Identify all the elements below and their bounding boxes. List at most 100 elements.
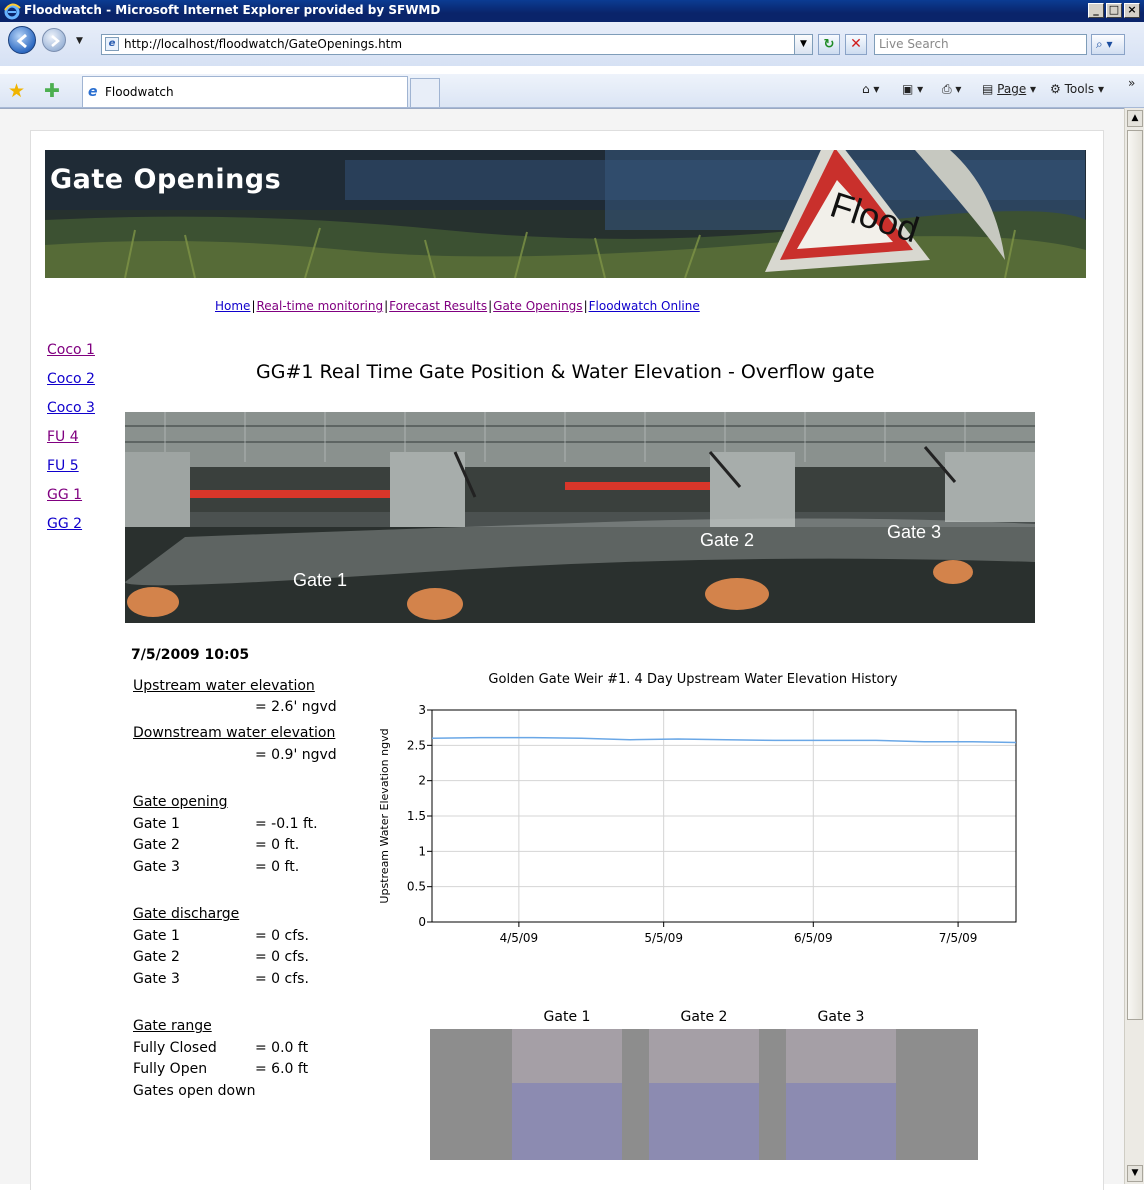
sidebar-item-fu4[interactable]: FU 4 xyxy=(47,429,95,448)
nav-separator: | xyxy=(251,299,256,313)
y-axis-label: Upstream Water Elevation ngvd xyxy=(378,728,391,903)
gate-slot-3 xyxy=(786,1029,896,1160)
address-dropdown[interactable]: ▼ xyxy=(794,35,812,54)
nav-online-link[interactable]: Floodwatch Online xyxy=(589,299,700,313)
maximize-button[interactable]: □ xyxy=(1106,3,1122,18)
top-navigation: Home|Real-time monitoring|Forecast Resul… xyxy=(215,299,700,313)
back-button[interactable] xyxy=(8,26,36,54)
water-1 xyxy=(512,1083,622,1160)
sidebar-item-gg1[interactable]: GG 1 xyxy=(47,487,95,506)
title-bar: Floodwatch - Microsoft Internet Explorer… xyxy=(0,0,1144,22)
nav-home-link[interactable]: Home xyxy=(215,299,250,313)
chart-title: Golden Gate Weir #1. 4 Day Upstream Wate… xyxy=(488,672,898,687)
nav-separator: | xyxy=(583,299,588,313)
feeds-icon[interactable]: ▣ ▾ xyxy=(902,82,923,96)
address-field[interactable]: e http://localhost/floodwatch/GateOpenin… xyxy=(101,34,813,55)
discharge-gate3-label: Gate 3 xyxy=(133,971,180,987)
y-tick-label: 3 xyxy=(418,703,426,717)
window-title: Floodwatch - Microsoft Internet Explorer… xyxy=(24,3,441,17)
opening-gate3-label: Gate 3 xyxy=(133,859,180,875)
sidebar-item-coco1[interactable]: Coco 1 xyxy=(47,342,95,361)
sidebar-item-coco3[interactable]: Coco 3 xyxy=(47,400,95,419)
close-button[interactable]: × xyxy=(1124,3,1140,18)
y-tick-label: 0.5 xyxy=(407,880,426,894)
gate-leaf-3 xyxy=(786,1029,896,1083)
x-tick-label: 5/5/09 xyxy=(644,931,683,945)
stop-button[interactable]: ✕ xyxy=(845,34,867,55)
page-title: Gate Openings xyxy=(50,164,282,195)
nav-separator: | xyxy=(384,299,389,313)
print-icon[interactable]: ⎙ ▾ xyxy=(942,82,961,97)
y-tick-label: 1 xyxy=(418,844,426,858)
discharge-gate3-value: = 0 cfs. xyxy=(255,971,309,987)
nav-forecast-link[interactable]: Forecast Results xyxy=(389,299,487,313)
gate-discharge-label: Gate discharge xyxy=(133,906,240,922)
gate-range-label: Gate range xyxy=(133,1018,212,1034)
nav-separator: | xyxy=(488,299,493,313)
gate-leaf-1 xyxy=(512,1029,622,1083)
diagram-label-gate3: Gate 3 xyxy=(817,1009,865,1025)
forward-button[interactable] xyxy=(42,28,66,52)
weir-photo-image: Gate 1 Gate 2 Gate 3 xyxy=(125,412,1035,623)
address-toolbar: ▼ e http://localhost/floodwatch/GateOpen… xyxy=(0,22,1144,66)
elevation-series-line xyxy=(431,736,1017,744)
water-2 xyxy=(649,1083,759,1160)
photo-label-gate2: Gate 2 xyxy=(700,530,754,550)
discharge-gate1-value: = 0 cfs. xyxy=(255,928,309,944)
tab-floodwatch[interactable]: e Floodwatch xyxy=(82,76,408,107)
new-tab-button[interactable] xyxy=(410,78,440,107)
home-icon[interactable]: ⌂ ▾ xyxy=(862,82,879,96)
weir-photo: Gate 1 Gate 2 Gate 3 xyxy=(125,412,1035,623)
tools-menu[interactable]: ⚙ Tools ▾ xyxy=(1050,82,1104,96)
x-tick-label: 4/5/09 xyxy=(500,931,539,945)
range-closed-label: Fully Closed xyxy=(133,1040,217,1056)
refresh-button[interactable]: ↻ xyxy=(818,34,840,55)
gate-position-diagram: Gate 1 Gate 2 Gate 3 xyxy=(430,1009,978,1160)
sidebar-item-gg2[interactable]: GG 2 xyxy=(47,516,95,535)
favorites-star-icon[interactable]: ★ xyxy=(8,80,25,102)
sidebar-item-fu5[interactable]: FU 5 xyxy=(47,458,95,477)
add-favorite-icon[interactable]: ✚ xyxy=(44,80,60,102)
sidebar-item-coco2[interactable]: Coco 2 xyxy=(47,371,95,390)
page-menu[interactable]: ▤ Page ▾ xyxy=(982,82,1036,96)
tools-menu-label: Tools xyxy=(1064,82,1095,96)
scroll-down-button[interactable]: ▼ xyxy=(1127,1165,1143,1182)
favorites-bar: ★ ✚ e Floodwatch ⌂ ▾ ▣ ▾ ⎙ ▾ ▤ Page ▾ ⚙ … xyxy=(0,74,1144,108)
y-tick-label: 2 xyxy=(418,774,426,788)
water-3 xyxy=(786,1083,896,1160)
elevation-chart: 0 0.5 1 1.5 2 2.5 3 4/5/09 5/5/09 6/5/09 7/5/09 Ups… xyxy=(378,703,1017,945)
upstream-label: Upstream water elevation xyxy=(133,678,315,694)
downstream-label: Downstream water elevation xyxy=(133,725,336,741)
gate-slot-2 xyxy=(649,1029,759,1160)
gate-leaf-2 xyxy=(649,1029,759,1083)
minimize-button[interactable]: _ xyxy=(1088,3,1104,18)
search-input[interactable]: Live Search xyxy=(874,34,1087,55)
scroll-thumb[interactable] xyxy=(1127,130,1143,1020)
nav-realtime-link[interactable]: Real-time monitoring xyxy=(256,299,383,313)
opening-gate3-value: = 0 ft. xyxy=(255,859,300,875)
gate-slot-1 xyxy=(512,1029,622,1160)
vertical-scrollbar[interactable]: ▲ ▼ xyxy=(1124,108,1144,1184)
nav-gate-openings-link[interactable]: Gate Openings xyxy=(493,299,582,313)
discharge-gate1-label: Gate 1 xyxy=(133,928,180,944)
x-tick-label: 7/5/09 xyxy=(939,931,978,945)
y-tick-label: 1.5 xyxy=(407,809,426,823)
section-heading: GG#1 Real Time Gate Position & Water Ele… xyxy=(256,361,875,383)
page-icon: e xyxy=(105,37,119,51)
banner: Flood Gate Openings xyxy=(45,150,1086,278)
y-tick-label: 0 xyxy=(418,915,426,929)
ie-logo-icon xyxy=(4,3,21,20)
scroll-up-button[interactable]: ▲ xyxy=(1127,110,1143,127)
back-arrow-icon xyxy=(16,33,27,49)
recent-pages-dropdown[interactable]: ▼ xyxy=(76,36,83,46)
opening-gate2-value: = 0 ft. xyxy=(255,837,300,853)
upstream-value: = 2.6' ngvd xyxy=(255,699,337,715)
photo-label-gate3: Gate 3 xyxy=(887,522,941,542)
gate-opening-label: Gate opening xyxy=(133,794,228,810)
discharge-gate2-label: Gate 2 xyxy=(133,949,180,965)
search-button[interactable]: ⌕ ▾ xyxy=(1091,34,1125,55)
chevron-more-icon[interactable]: » xyxy=(1128,76,1135,90)
search-icon: ⌕ xyxy=(1096,37,1103,51)
url-text: http://localhost/floodwatch/GateOpenings… xyxy=(124,37,403,51)
x-tick-label: 6/5/09 xyxy=(794,931,833,945)
